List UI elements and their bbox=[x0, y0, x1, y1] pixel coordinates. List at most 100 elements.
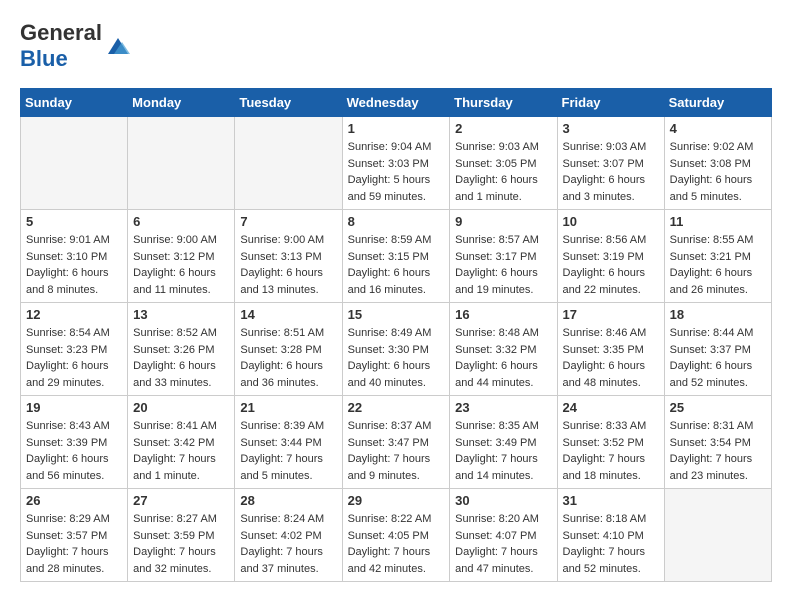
col-header-wednesday: Wednesday bbox=[342, 89, 450, 117]
week-row-4: 26 Sunrise: 8:29 AM Sunset: 3:57 PM Dayli… bbox=[21, 489, 772, 582]
day-cell: 31 Sunrise: 8:18 AM Sunset: 4:10 PM Dayli… bbox=[557, 489, 664, 582]
day-cell: 11 Sunrise: 8:55 AM Sunset: 3:21 PM Dayli… bbox=[664, 210, 771, 303]
day-cell bbox=[21, 117, 128, 210]
day-info: Sunrise: 8:18 AM Sunset: 4:10 PM Dayligh… bbox=[563, 511, 659, 577]
day-cell: 2Sunrise: 9:03 AM Sunset: 3:05 PM Daylig… bbox=[450, 117, 557, 210]
day-cell: 10 Sunrise: 8:56 AM Sunset: 3:19 PM Dayli… bbox=[557, 210, 664, 303]
page-header: General Blue bbox=[20, 20, 772, 72]
day-number: 13 bbox=[133, 307, 229, 322]
day-number: 14 bbox=[240, 307, 336, 322]
day-cell: 4 Sunrise: 9:02 AM Sunset: 3:08 PM Daylig… bbox=[664, 117, 771, 210]
day-number: 15 bbox=[348, 307, 445, 322]
day-info: Sunrise: 9:03 AM Sunset: 3:05 PM Dayligh… bbox=[455, 139, 551, 205]
day-number: 30 bbox=[455, 493, 551, 508]
day-info: Sunrise: 8:33 AM Sunset: 3:52 PM Dayligh… bbox=[563, 418, 659, 484]
day-info: Sunrise: 8:49 AM Sunset: 3:30 PM Dayligh… bbox=[348, 325, 445, 391]
day-number: 24 bbox=[563, 400, 659, 415]
day-number: 10 bbox=[563, 214, 659, 229]
col-header-thursday: Thursday bbox=[450, 89, 557, 117]
day-cell: 1 Sunrise: 9:04 AM Sunset: 3:03 PM Daylig… bbox=[342, 117, 450, 210]
day-cell: 21 Sunrise: 8:39 AM Sunset: 3:44 PM Dayli… bbox=[235, 396, 342, 489]
day-number: 17 bbox=[563, 307, 659, 322]
calendar-header-row: SundayMondayTuesdayWednesdayThursdayFrid… bbox=[21, 89, 772, 117]
day-cell bbox=[664, 489, 771, 582]
day-number: 12 bbox=[26, 307, 122, 322]
day-cell: 24 Sunrise: 8:33 AM Sunset: 3:52 PM Dayli… bbox=[557, 396, 664, 489]
day-cell: 8 Sunrise: 8:59 AM Sunset: 3:15 PM Daylig… bbox=[342, 210, 450, 303]
day-cell: 5 Sunrise: 9:01 AM Sunset: 3:10 PM Daylig… bbox=[21, 210, 128, 303]
day-info: Sunrise: 9:04 AM Sunset: 3:03 PM Dayligh… bbox=[348, 139, 445, 205]
calendar-table: SundayMondayTuesdayWednesdayThursdayFrid… bbox=[20, 88, 772, 582]
day-number: 18 bbox=[670, 307, 766, 322]
day-info: Sunrise: 8:37 AM Sunset: 3:47 PM Dayligh… bbox=[348, 418, 445, 484]
logo-blue-text: Blue bbox=[20, 46, 68, 71]
day-number: 22 bbox=[348, 400, 445, 415]
day-info: Sunrise: 9:01 AM Sunset: 3:10 PM Dayligh… bbox=[26, 232, 122, 298]
day-cell: 17 Sunrise: 8:46 AM Sunset: 3:35 PM Dayli… bbox=[557, 303, 664, 396]
day-number: 11 bbox=[670, 214, 766, 229]
day-info: Sunrise: 8:48 AM Sunset: 3:32 PM Dayligh… bbox=[455, 325, 551, 391]
day-number: 1 bbox=[348, 121, 445, 136]
day-number: 7 bbox=[240, 214, 336, 229]
day-info: Sunrise: 8:20 AM Sunset: 4:07 PM Dayligh… bbox=[455, 511, 551, 577]
day-cell: 16Sunrise: 8:48 AM Sunset: 3:32 PM Dayli… bbox=[450, 303, 557, 396]
day-cell: 23Sunrise: 8:35 AM Sunset: 3:49 PM Dayli… bbox=[450, 396, 557, 489]
logo: General Blue bbox=[20, 20, 132, 72]
week-row-2: 12 Sunrise: 8:54 AM Sunset: 3:23 PM Dayli… bbox=[21, 303, 772, 396]
day-number: 9 bbox=[455, 214, 551, 229]
day-info: Sunrise: 8:55 AM Sunset: 3:21 PM Dayligh… bbox=[670, 232, 766, 298]
day-cell: 7Sunrise: 9:00 AM Sunset: 3:13 PM Daylig… bbox=[235, 210, 342, 303]
day-cell: 9 Sunrise: 8:57 AM Sunset: 3:17 PM Daylig… bbox=[450, 210, 557, 303]
day-number: 26 bbox=[26, 493, 122, 508]
day-cell: 18 Sunrise: 8:44 AM Sunset: 3:37 PM Dayli… bbox=[664, 303, 771, 396]
logo-icon bbox=[104, 32, 132, 60]
day-info: Sunrise: 8:51 AM Sunset: 3:28 PM Dayligh… bbox=[240, 325, 336, 391]
day-cell: 15 Sunrise: 8:49 AM Sunset: 3:30 PM Dayli… bbox=[342, 303, 450, 396]
day-number: 19 bbox=[26, 400, 122, 415]
day-number: 5 bbox=[26, 214, 122, 229]
day-cell bbox=[128, 117, 235, 210]
day-info: Sunrise: 8:46 AM Sunset: 3:35 PM Dayligh… bbox=[563, 325, 659, 391]
day-info: Sunrise: 8:56 AM Sunset: 3:19 PM Dayligh… bbox=[563, 232, 659, 298]
day-number: 4 bbox=[670, 121, 766, 136]
day-cell: 20 Sunrise: 8:41 AM Sunset: 3:42 PM Dayli… bbox=[128, 396, 235, 489]
day-number: 8 bbox=[348, 214, 445, 229]
day-number: 6 bbox=[133, 214, 229, 229]
day-cell: 13 Sunrise: 8:52 AM Sunset: 3:26 PM Dayli… bbox=[128, 303, 235, 396]
col-header-monday: Monday bbox=[128, 89, 235, 117]
day-cell: 3 Sunrise: 9:03 AM Sunset: 3:07 PM Daylig… bbox=[557, 117, 664, 210]
col-header-saturday: Saturday bbox=[664, 89, 771, 117]
day-number: 21 bbox=[240, 400, 336, 415]
col-header-tuesday: Tuesday bbox=[235, 89, 342, 117]
logo-general-text: General bbox=[20, 20, 102, 45]
day-cell: 27 Sunrise: 8:27 AM Sunset: 3:59 PM Dayli… bbox=[128, 489, 235, 582]
day-info: Sunrise: 9:02 AM Sunset: 3:08 PM Dayligh… bbox=[670, 139, 766, 205]
day-number: 25 bbox=[670, 400, 766, 415]
day-info: Sunrise: 8:41 AM Sunset: 3:42 PM Dayligh… bbox=[133, 418, 229, 484]
day-cell: 12 Sunrise: 8:54 AM Sunset: 3:23 PM Dayli… bbox=[21, 303, 128, 396]
day-cell: 29Sunrise: 8:22 AM Sunset: 4:05 PM Dayli… bbox=[342, 489, 450, 582]
day-cell bbox=[235, 117, 342, 210]
col-header-friday: Friday bbox=[557, 89, 664, 117]
day-number: 3 bbox=[563, 121, 659, 136]
day-info: Sunrise: 8:27 AM Sunset: 3:59 PM Dayligh… bbox=[133, 511, 229, 577]
day-number: 28 bbox=[240, 493, 336, 508]
day-cell: 6Sunrise: 9:00 AM Sunset: 3:12 PM Daylig… bbox=[128, 210, 235, 303]
day-info: Sunrise: 8:54 AM Sunset: 3:23 PM Dayligh… bbox=[26, 325, 122, 391]
day-info: Sunrise: 8:52 AM Sunset: 3:26 PM Dayligh… bbox=[133, 325, 229, 391]
day-info: Sunrise: 9:03 AM Sunset: 3:07 PM Dayligh… bbox=[563, 139, 659, 205]
day-info: Sunrise: 8:29 AM Sunset: 3:57 PM Dayligh… bbox=[26, 511, 122, 577]
day-number: 29 bbox=[348, 493, 445, 508]
day-info: Sunrise: 8:57 AM Sunset: 3:17 PM Dayligh… bbox=[455, 232, 551, 298]
day-number: 27 bbox=[133, 493, 229, 508]
day-info: Sunrise: 8:39 AM Sunset: 3:44 PM Dayligh… bbox=[240, 418, 336, 484]
day-info: Sunrise: 8:44 AM Sunset: 3:37 PM Dayligh… bbox=[670, 325, 766, 391]
day-number: 31 bbox=[563, 493, 659, 508]
day-number: 23 bbox=[455, 400, 551, 415]
week-row-3: 19Sunrise: 8:43 AM Sunset: 3:39 PM Dayli… bbox=[21, 396, 772, 489]
day-cell: 30 Sunrise: 8:20 AM Sunset: 4:07 PM Dayli… bbox=[450, 489, 557, 582]
day-info: Sunrise: 8:59 AM Sunset: 3:15 PM Dayligh… bbox=[348, 232, 445, 298]
day-cell: 22 Sunrise: 8:37 AM Sunset: 3:47 PM Dayli… bbox=[342, 396, 450, 489]
day-number: 20 bbox=[133, 400, 229, 415]
day-cell: 28Sunrise: 8:24 AM Sunset: 4:02 PM Dayli… bbox=[235, 489, 342, 582]
